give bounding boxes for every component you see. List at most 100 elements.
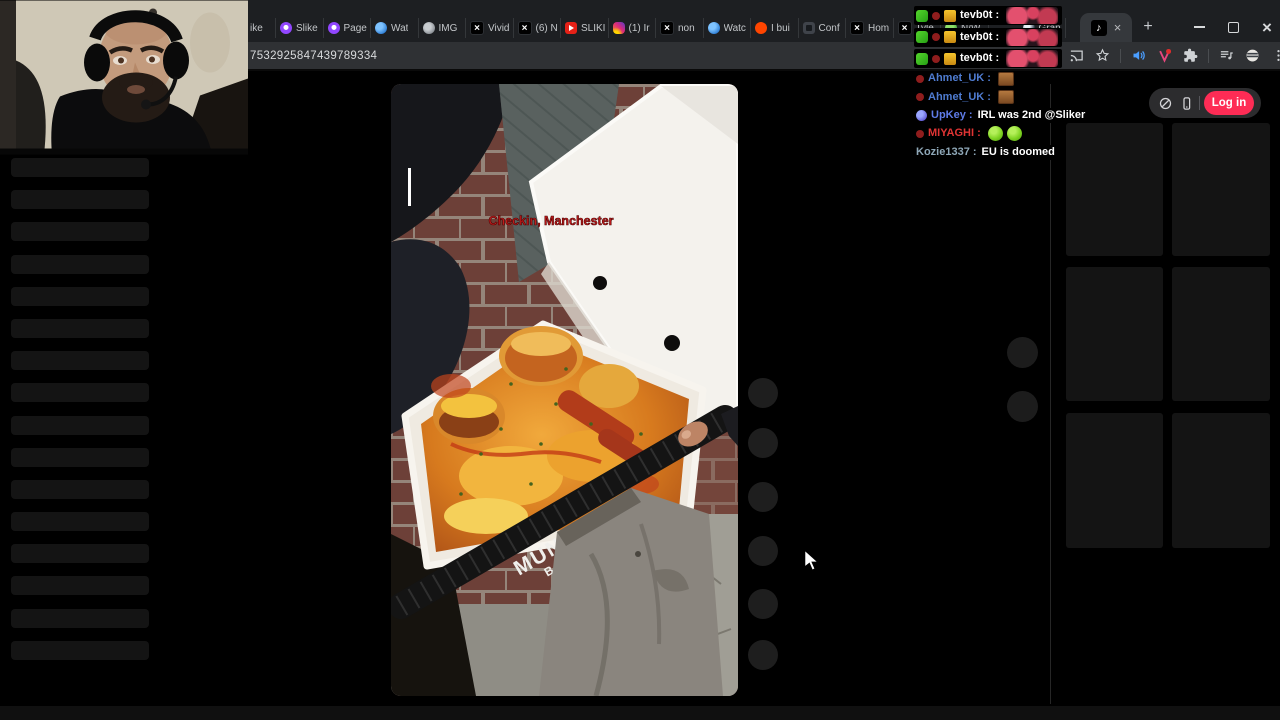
rail-button[interactable] (748, 378, 778, 408)
chat-message: tevb0t : (914, 49, 1063, 68)
minimize-button[interactable] (1192, 20, 1206, 34)
blue-globe-favicon-icon (375, 22, 387, 34)
browser-tab-1-ir[interactable]: (1) Ir (609, 18, 656, 38)
browser-tab-vivid[interactable]: Vivid (466, 18, 514, 38)
feed-nav-button[interactable] (1007, 337, 1038, 368)
rail-button[interactable] (748, 428, 778, 458)
chat-username: tevb0t : (960, 30, 1000, 43)
browser-tab-page[interactable]: Page (324, 18, 371, 38)
toolbar-divider (1120, 48, 1121, 63)
sidebar-skeleton-row (11, 190, 149, 210)
x-favicon-icon (660, 21, 674, 35)
get-app-phone-icon[interactable] (1177, 94, 1195, 112)
sidebar-skeleton-row (11, 512, 149, 532)
sidebar-skeleton-row (11, 318, 149, 338)
chat-username: tevb0t : (960, 9, 1000, 21)
tiktok-header-pill: Log in (1149, 88, 1261, 118)
sidebar-skeleton-row (11, 544, 149, 564)
pill-divider (1199, 96, 1200, 110)
sub-green-badge-icon (916, 52, 928, 65)
sidebar-skeleton-row (11, 351, 149, 371)
x-favicon-icon (470, 21, 484, 35)
url-bar[interactable]: 7532925847439789334 (250, 42, 377, 69)
v-extension-icon[interactable] (1154, 45, 1175, 66)
video-thumbnail-card[interactable] (1172, 267, 1270, 401)
browser-tab-sliki[interactable]: SLIKI (561, 18, 609, 38)
blue-globe-favicon-icon (707, 22, 720, 34)
rail-button[interactable] (748, 589, 778, 619)
tab-label: Vivid (488, 22, 510, 34)
tab-label: Slike (296, 22, 318, 34)
tab-label: (1) Ir (628, 22, 650, 34)
webcam-scene (0, 0, 248, 155)
mod-red-badge-icon (932, 11, 940, 20)
mouse-cursor (804, 548, 820, 577)
tab-close-icon[interactable]: × (1114, 21, 1122, 34)
new-tab-button[interactable]: + (1138, 17, 1158, 37)
video-thumbnail-card[interactable] (1066, 413, 1163, 548)
tab-label: Page (343, 22, 367, 34)
stream-chat-overlay: tevb0t : tevb0t : tevb0t : Ahmet_UK : Ahmet_… (914, 6, 1090, 162)
tiktok-favicon-icon: ♪ (1090, 19, 1107, 36)
browser-tab-conf[interactable]: Conf (799, 18, 846, 38)
browser-tab-wat[interactable]: Wat (371, 18, 419, 38)
rail-button[interactable] (748, 536, 778, 566)
sidebar-skeleton-row (11, 640, 149, 660)
mod-red-badge-icon (916, 129, 924, 138)
bookmark-star-icon[interactable] (1092, 45, 1113, 66)
tiktok-video-player[interactable]: MUNCH BOX Checkin, Manchester (391, 84, 738, 696)
mod-red-badge-icon (916, 93, 924, 101)
sidebar-skeleton-row (11, 415, 149, 435)
browser-tab-non[interactable]: non (656, 18, 704, 38)
audio-active-icon[interactable] (1128, 45, 1149, 66)
food-box-emote-icon (997, 90, 1014, 104)
tab-label: Hom (868, 22, 890, 34)
browser-tab-img[interactable]: IMG (419, 18, 466, 38)
chat-message: tevb0t : (914, 27, 1063, 47)
tab-label: non (678, 22, 695, 34)
bottom-strip (0, 706, 1280, 720)
video-thumbnail-card[interactable] (1172, 123, 1270, 256)
video-thumbnail-card[interactable] (1066, 267, 1163, 401)
feed-nav-button[interactable] (1007, 391, 1038, 422)
chat-message: Kozie1337 : EU is doomed (914, 144, 1059, 160)
green-laugh-emote-icon (1006, 126, 1022, 141)
chat-message-text: IRL was 2nd @Sliker (977, 108, 1086, 121)
window-controls: × (1192, 18, 1274, 36)
explore-icon[interactable] (1156, 94, 1174, 112)
green-laugh-emote-icon (987, 126, 1003, 141)
maximize-button[interactable] (1226, 20, 1240, 34)
gem-blue-badge-icon (916, 109, 927, 121)
browser-tab-watc[interactable]: Watc (704, 18, 751, 38)
crown-gold-badge-icon (944, 31, 956, 43)
browser-tab-i-bui[interactable]: I bui (751, 18, 799, 38)
sidebar-skeleton-row (11, 254, 149, 274)
login-button[interactable]: Log in (1204, 91, 1254, 115)
rail-button[interactable] (748, 640, 778, 670)
sub-green-badge-icon (916, 9, 928, 22)
menu-kebab-icon[interactable] (1268, 45, 1280, 66)
chat-username: Ahmet_UK : (928, 90, 991, 103)
screenshot-stage: ike Slike Page Wat IMG Vivid (6) N SLIKI (1) Ir n… (0, 0, 1280, 720)
sidebar-skeleton-row (11, 286, 149, 306)
rail-button[interactable] (748, 482, 778, 512)
close-button[interactable]: × (1260, 19, 1274, 36)
tab-label: (6) N (535, 22, 558, 34)
video-thumbnail-card[interactable] (1172, 413, 1270, 548)
chat-username: UpKey : (931, 108, 973, 121)
crown-gold-badge-icon (944, 9, 956, 22)
sidebar-skeleton-row (11, 383, 149, 403)
extensions-puzzle-icon[interactable] (1180, 45, 1201, 66)
profile-avatar-icon[interactable] (1242, 45, 1263, 66)
browser-tab-slike[interactable]: Slike (276, 18, 324, 38)
browser-tab-6-n[interactable]: (6) N (514, 18, 561, 38)
browser-tab-ike[interactable]: ike (246, 18, 276, 38)
streamer-webcam (0, 0, 248, 155)
instagram-favicon-icon (612, 22, 625, 34)
art-wide-emote-icon (1006, 50, 1059, 67)
video-scene: MUNCH BOX Checkin, Manchester (391, 84, 738, 696)
x-favicon-icon (850, 21, 864, 35)
browser-tab-hom[interactable]: Hom (846, 18, 894, 38)
toolbar-divider (1208, 48, 1209, 63)
media-queue-icon[interactable] (1216, 45, 1237, 66)
